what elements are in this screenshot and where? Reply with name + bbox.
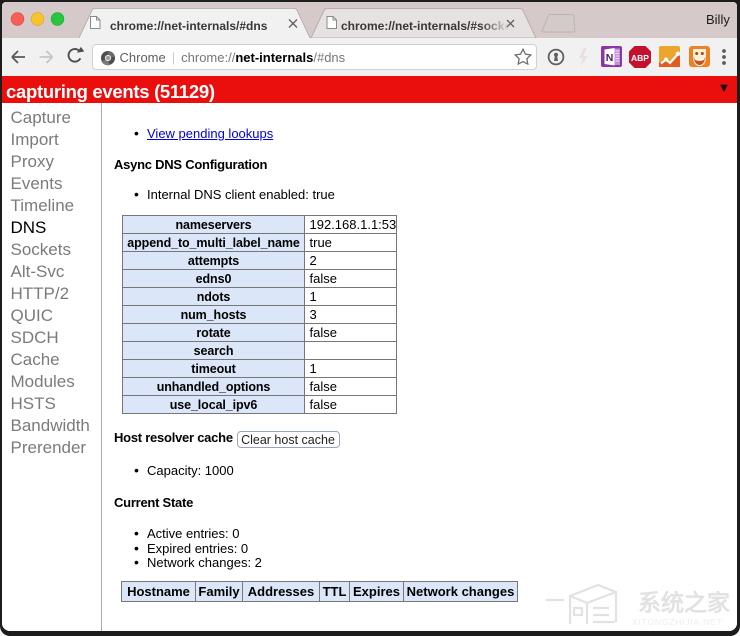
svg-text:系统之家: 系统之家 — [638, 590, 730, 616]
svg-text:ABP: ABP — [631, 53, 649, 63]
svg-text:N: N — [606, 52, 614, 64]
svg-text:XITONGZHIJIA.NET: XITONGZHIJIA.NET — [632, 617, 723, 627]
